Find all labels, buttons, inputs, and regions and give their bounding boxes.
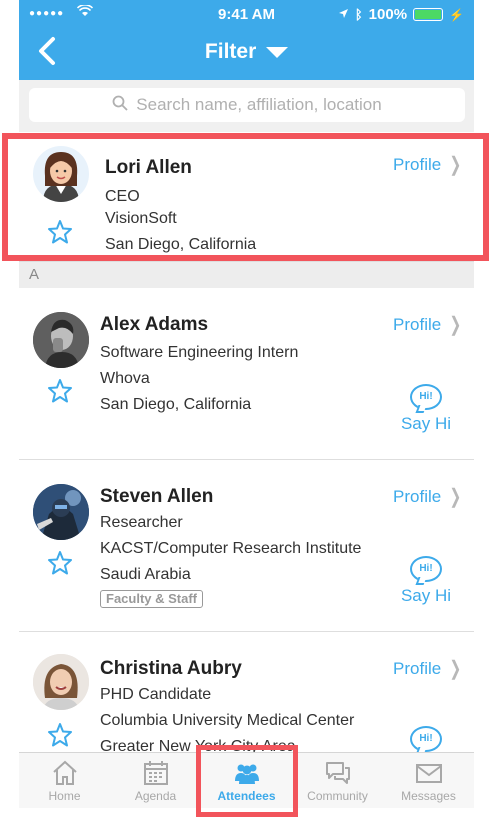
say-hi-label: Say Hi	[400, 414, 452, 433]
search-input[interactable]: Search name, affiliation, location	[29, 88, 465, 122]
search-bar: Search name, affiliation, location	[19, 80, 474, 132]
avatar	[33, 312, 89, 368]
attendee-name: Christina Aubry	[100, 658, 242, 679]
chevron-right-icon: ❯	[449, 314, 462, 336]
tab-community[interactable]: Community	[292, 753, 383, 808]
profile-label: Profile	[393, 314, 442, 334]
avatar	[33, 654, 89, 710]
section-header-a: A	[19, 262, 474, 288]
caret-down-icon	[266, 46, 289, 58]
bluetooth-icon: ᛒ	[354, 7, 363, 22]
search-placeholder: Search name, affiliation, location	[136, 95, 382, 114]
profile-link[interactable]: Profile ❯	[393, 484, 464, 509]
tab-label: Agenda	[134, 789, 177, 803]
chat-bubbles-icon	[292, 759, 383, 787]
attendee-card[interactable]: Alex Adams Software Engineering Intern W…	[19, 288, 474, 460]
attendee-card[interactable]: Steven Allen Researcher KACST/Computer R…	[19, 460, 474, 632]
phone-screen: ●●●●● 9:41 AM ᛒ 100% ⚡ Filter Search nam…	[19, 0, 474, 808]
profile-link[interactable]: Profile ❯	[393, 312, 464, 337]
tab-messages[interactable]: Messages	[383, 753, 474, 808]
attendee-name: Alex Adams	[100, 314, 209, 335]
calendar-icon	[110, 759, 201, 787]
highlight-box-attendees-tab	[196, 745, 298, 817]
tab-label: Community	[307, 789, 368, 803]
charging-icon: ⚡	[449, 7, 464, 22]
attendee-location: San Diego, California	[100, 396, 252, 413]
status-right: ᛒ 100% ⚡	[338, 6, 464, 23]
favorite-star-icon[interactable]	[47, 722, 73, 748]
hi-bubble-icon: Hi!	[410, 726, 442, 752]
tab-label: Messages	[401, 789, 456, 803]
say-hi-button[interactable]: Hi! Say Hi	[400, 384, 452, 434]
role-badge: Faculty & Staff	[100, 590, 204, 608]
tab-home[interactable]: Home	[19, 753, 110, 808]
battery-icon	[413, 8, 444, 21]
tab-label: Home	[48, 789, 81, 803]
envelope-icon	[383, 759, 474, 787]
highlight-box-self-card	[2, 133, 489, 261]
attendee-organization: Whova	[100, 370, 150, 387]
app-header: ●●●●● 9:41 AM ᛒ 100% ⚡ Filter	[19, 0, 474, 80]
page-title: Filter	[204, 40, 257, 63]
attendee-title: PHD Candidate	[100, 686, 212, 703]
avatar	[33, 484, 89, 540]
tab-agenda[interactable]: Agenda	[110, 753, 201, 808]
chevron-right-icon: ❯	[449, 658, 462, 680]
profile-label: Profile	[393, 658, 442, 678]
battery-percent: 100%	[368, 6, 408, 23]
search-icon	[112, 95, 128, 116]
say-hi-label: Say Hi	[400, 586, 452, 605]
attendee-title: Researcher	[100, 514, 183, 531]
attendee-title: Software Engineering Intern	[100, 344, 299, 361]
hi-bubble-icon: Hi!	[410, 384, 442, 410]
location-arrow-icon	[338, 6, 349, 23]
say-hi-button[interactable]: Hi! Say Hi	[400, 556, 452, 606]
favorite-star-icon[interactable]	[47, 550, 73, 576]
attendee-organization: KACST/Computer Research Institute	[100, 540, 362, 557]
attendee-name: Steven Allen	[100, 486, 214, 507]
home-icon	[19, 759, 110, 787]
chevron-right-icon: ❯	[449, 486, 462, 508]
status-bar: ●●●●● 9:41 AM ᛒ 100% ⚡	[19, 0, 474, 30]
attendee-location: Saudi Arabia	[100, 566, 191, 583]
profile-label: Profile	[393, 486, 442, 506]
favorite-star-icon[interactable]	[47, 378, 73, 404]
attendee-organization: Columbia University Medical Center	[100, 712, 355, 729]
navigation-bar: Filter	[19, 34, 474, 74]
hi-bubble-icon: Hi!	[410, 556, 442, 582]
profile-link[interactable]: Profile ❯	[393, 656, 464, 681]
filter-dropdown[interactable]: Filter	[19, 40, 474, 64]
